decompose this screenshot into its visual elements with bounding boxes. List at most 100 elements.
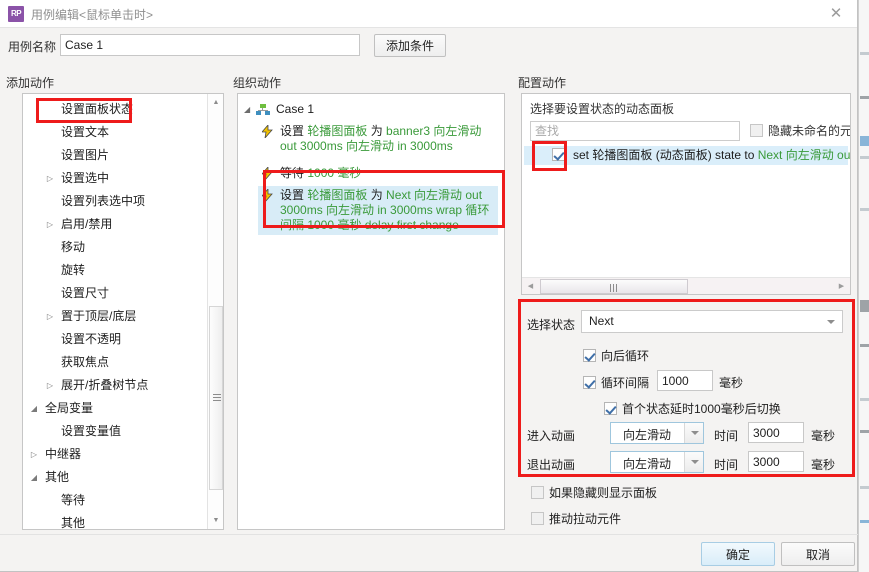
loop-back-checkbox[interactable]: 向后循环	[583, 347, 649, 364]
push-pull-checkbox[interactable]: 推动拉动元件	[531, 510, 621, 527]
action-tree-item[interactable]: 设置变量值	[23, 420, 209, 443]
select-state-dropdown[interactable]: Next	[581, 310, 843, 333]
action-tree-item[interactable]: 获取焦点	[23, 351, 209, 374]
chevron-down-icon	[827, 320, 835, 324]
action-tree-item-label: 设置面板状态	[61, 102, 134, 116]
action-tree-item[interactable]: ▷ 中继器	[23, 443, 209, 466]
checkbox-icon	[531, 486, 544, 499]
action-tree-item[interactable]: 设置列表选中项	[23, 190, 209, 213]
action-tree-item[interactable]: 设置尺寸	[23, 282, 209, 305]
hide-unnamed-checkbox[interactable]: 隐藏未命名的元件	[750, 122, 850, 139]
action-tree-item[interactable]: ▷ 启用/禁用	[23, 213, 209, 236]
case-name-input[interactable]	[60, 34, 360, 56]
lightning-icon	[262, 167, 273, 180]
chevron-right-icon[interactable]: ▷	[43, 374, 57, 397]
cancel-button[interactable]: 取消	[781, 542, 855, 566]
action-tree-item[interactable]: 设置图片	[23, 144, 209, 167]
action-tree-item-label: 其他	[45, 470, 70, 484]
app-logo-icon: RP	[8, 6, 24, 22]
case-node-icon	[256, 103, 270, 116]
checkbox-icon	[531, 512, 544, 525]
action-tree-scrollbar[interactable]: ▲ ▼	[207, 94, 223, 529]
enter-time-unit: 毫秒	[811, 429, 836, 443]
first-delay-label: 首个状态延时1000毫秒后切换	[622, 402, 781, 416]
organize-action-item[interactable]: 等待 1000 毫秒	[258, 164, 498, 183]
chevron-right-icon[interactable]: ▷	[43, 305, 57, 328]
chevron-down-icon[interactable]: ◢	[27, 397, 41, 420]
action-tree-item[interactable]: 等待	[23, 489, 209, 512]
title-bar: RP 用例编辑<鼠标单击时> ✕	[0, 0, 857, 28]
scroll-right-icon[interactable]: ▶	[833, 278, 850, 294]
enter-animation-dropdown[interactable]: 向左滑动	[610, 422, 704, 444]
configure-horizontal-scrollbar[interactable]: ◀ ▶	[522, 277, 850, 294]
action-tree-item[interactable]: ◢ 全局变量	[23, 397, 209, 420]
target-widget-row[interactable]: set 轮播图面板 (动态面板) state to Next 向左滑动 out …	[524, 146, 851, 165]
action-tree-item[interactable]: ▷ 展开/折叠树节点	[23, 374, 209, 397]
organize-action-item[interactable]: 设置 轮播图面板 为 Next 向左滑动 out 3000ms 向左滑动 in …	[258, 186, 498, 235]
action-tree-item-label: 获取焦点	[61, 355, 110, 369]
screenshot-root: RP 用例编辑<鼠标单击时> ✕ 用例名称 添加条件 添加动作 组织动作 配置动…	[0, 0, 869, 572]
action-tree-item[interactable]: 设置文本	[23, 121, 209, 144]
chevron-right-icon[interactable]: ▷	[43, 167, 57, 190]
scroll-down-icon[interactable]: ▼	[208, 512, 223, 529]
configure-target-panel: 选择要设置状态的动态面板 隐藏未命名的元件 set 轮播图面板 (动态面板) s…	[521, 93, 851, 295]
chevron-down-icon[interactable]: ◢	[27, 466, 41, 489]
organize-action-text: 等待 1000 毫秒	[280, 166, 362, 180]
checkbox-checked-icon[interactable]	[604, 402, 617, 415]
action-tree[interactable]: 设置面板状态设置文本 设置图片 ▷ 设置选中 设置列表选中项 ▷ 启用/禁用 移动 旋转 设置尺寸…	[23, 94, 209, 529]
case-name-label: 用例名称	[8, 40, 57, 54]
loop-interval-input[interactable]	[657, 370, 713, 391]
select-state-value: Next	[589, 314, 614, 328]
checkbox-checked-icon[interactable]	[583, 349, 596, 362]
show-if-hidden-checkbox[interactable]: 如果隐藏则显示面板	[531, 484, 657, 501]
chevron-down-icon[interactable]	[684, 452, 703, 472]
expander-icon[interactable]: ◢	[244, 100, 256, 120]
action-tree-item[interactable]: ◢ 其他	[23, 466, 209, 489]
exit-time-input[interactable]	[748, 451, 804, 472]
enter-time-input[interactable]	[748, 422, 804, 443]
close-icon[interactable]: ✕	[821, 2, 851, 26]
hscrollbar-thumb[interactable]	[540, 279, 688, 294]
add-action-header: 添加动作	[6, 76, 55, 90]
organize-root-node[interactable]: ◢ Case 1	[244, 99, 314, 119]
exit-animation-label: 退出动画	[527, 458, 576, 472]
action-tree-item[interactable]: 设置不透明	[23, 328, 209, 351]
organize-action-item[interactable]: 设置 轮播图面板 为 banner3 向左滑动 out 3000ms 向左滑动 …	[258, 122, 498, 156]
chevron-right-icon[interactable]: ▷	[27, 443, 41, 466]
checkbox-checked-icon[interactable]	[583, 376, 596, 389]
exit-animation-dropdown[interactable]: 向左滑动	[610, 451, 704, 473]
action-tree-item[interactable]: 移动	[23, 236, 209, 259]
scroll-left-icon[interactable]: ◀	[522, 278, 539, 294]
action-tree-item-label: 设置变量值	[61, 424, 122, 438]
first-delay-checkbox[interactable]: 首个状态延时1000毫秒后切换	[604, 400, 781, 417]
scroll-up-icon[interactable]: ▲	[208, 94, 223, 111]
chevron-down-icon[interactable]	[684, 423, 703, 443]
action-tree-item[interactable]: 设置面板状态	[23, 98, 209, 121]
action-tree-item[interactable]: ▷ 设置选中	[23, 167, 209, 190]
action-tree-item[interactable]: ▷ 置于顶层/底层	[23, 305, 209, 328]
add-condition-button[interactable]: 添加条件	[374, 34, 446, 57]
enter-time-label: 时间	[714, 429, 739, 443]
action-tree-item-label: 其他	[61, 516, 86, 530]
chevron-right-icon[interactable]: ▷	[43, 213, 57, 236]
ok-button[interactable]: 确定	[701, 542, 775, 566]
target-widget-label: set 轮播图面板 (动态面板) state to Next 向左滑动 out …	[573, 148, 851, 162]
configure-section-label: 选择要设置状态的动态面板	[530, 102, 675, 116]
lightning-icon	[262, 125, 273, 138]
action-tree-item[interactable]: 其他	[23, 512, 209, 530]
action-tree-item-label: 等待	[61, 493, 86, 507]
enter-animation-label: 进入动画	[527, 429, 576, 443]
action-tree-item[interactable]: 旋转	[23, 259, 209, 282]
search-input[interactable]	[530, 121, 740, 141]
push-pull-label: 推动拉动元件	[549, 512, 622, 526]
loop-interval-checkbox[interactable]: 循环间隔	[583, 374, 649, 391]
checkbox-checked-icon[interactable]	[552, 148, 565, 161]
scrollbar-thumb[interactable]	[209, 306, 223, 490]
exit-time-label: 时间	[714, 458, 739, 472]
